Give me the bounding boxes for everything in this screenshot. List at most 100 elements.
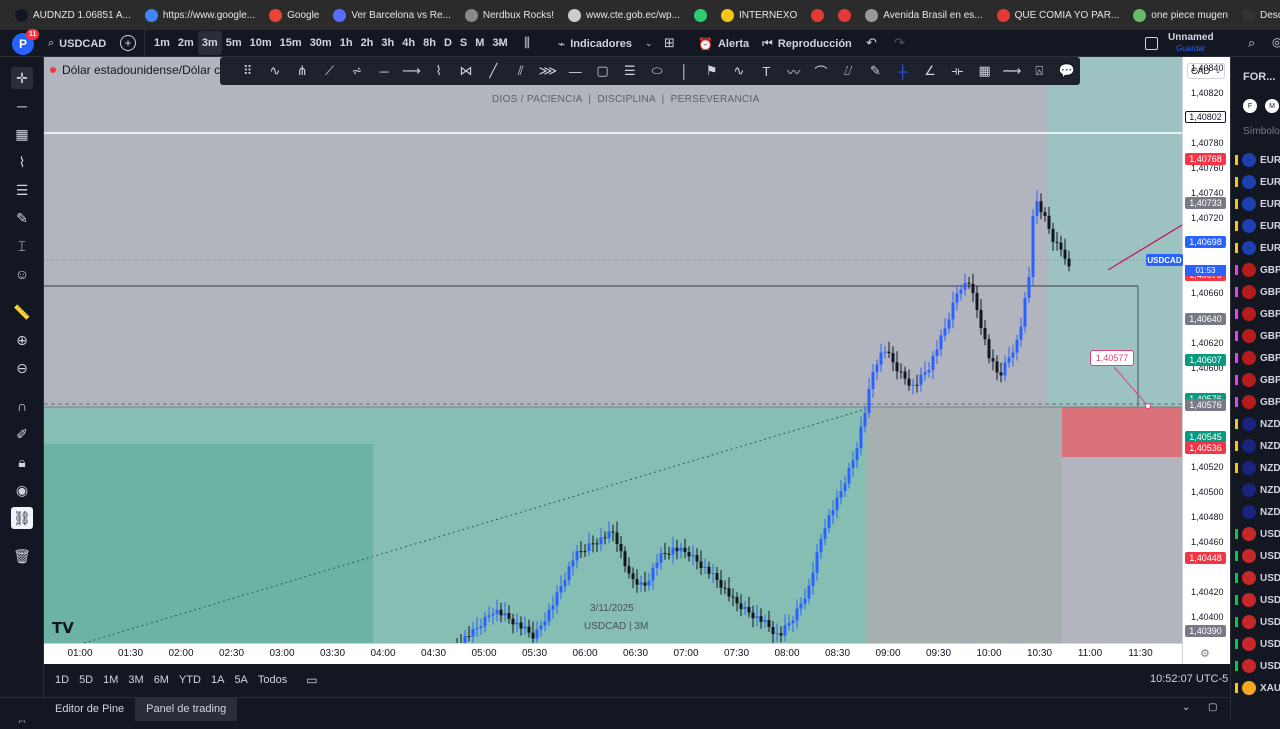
brush-icon[interactable]: ✎ — [11, 207, 33, 229]
horizontal-ray-icon[interactable]: — — [562, 59, 589, 83]
symbol-search[interactable]: ⌕ USDCAD — [48, 30, 106, 57]
trash-icon[interactable]: 🗑︎ — [11, 545, 33, 567]
range-todos[interactable]: Todos — [253, 674, 292, 686]
drag-handle-icon[interactable]: ⠿ — [234, 59, 261, 83]
interval-10m[interactable]: 10m — [246, 31, 276, 55]
pitchfork-icon[interactable]: ⋔ — [289, 59, 316, 83]
chart-pane[interactable]: Dólar estadounidense/Dólar c DIOS / PACI… — [44, 57, 1182, 643]
text-tool-icon[interactable]: T — [753, 59, 780, 83]
watchlist-row[interactable]: NZD — [1231, 435, 1280, 457]
lock-icon[interactable]: 🔒︎ — [11, 451, 33, 473]
price-range-icon[interactable]: ⍓ — [1026, 59, 1053, 83]
watchlist-row[interactable]: USD — [1231, 545, 1280, 567]
grid-icon[interactable]: ▦ — [971, 59, 998, 83]
ray-icon[interactable]: ⟶ — [398, 59, 425, 83]
quick-search-icon[interactable]: ⌕ — [1248, 35, 1255, 51]
range-1a[interactable]: 1A — [206, 674, 229, 686]
ellipse-icon[interactable]: ⬭ — [643, 59, 670, 83]
watchlist-row[interactable]: GBP — [1231, 347, 1280, 369]
date-range-icon[interactable]: ⟛ — [944, 59, 971, 83]
bookmark-item[interactable] — [831, 0, 858, 30]
pattern-icon[interactable]: ⌇ — [11, 151, 33, 173]
range-1m[interactable]: 1M — [98, 674, 123, 686]
ruler-icon[interactable]: 📏 — [11, 301, 33, 323]
arc-icon[interactable]: ⌒ — [807, 59, 834, 83]
rectangle-icon[interactable]: ▢ — [589, 59, 616, 83]
fib-channel-icon[interactable]: ☰ — [616, 59, 643, 83]
interval-3m[interactable]: 3m — [197, 31, 222, 55]
horizontal-line-icon[interactable]: ─ — [370, 59, 397, 83]
regression-icon[interactable]: ⫽ — [507, 59, 534, 83]
interval-3h[interactable]: 3h — [377, 31, 398, 55]
watchlist-row[interactable]: GBP — [1231, 325, 1280, 347]
watchlist-row[interactable]: GBP — [1231, 391, 1280, 413]
highlighter-icon[interactable]: ✎ — [862, 59, 889, 83]
flag-button[interactable]: F — [1243, 99, 1257, 113]
watchlist-row[interactable]: EUR — [1231, 215, 1280, 237]
range-5d[interactable]: 5D — [74, 674, 98, 686]
vertical-line-icon[interactable]: │ — [671, 59, 698, 83]
trading-panel-tab[interactable]: Panel de trading — [135, 697, 238, 721]
time-scale[interactable]: 01:00 01:30 02:00 02:30 03:00 03:30 04:00 04:30… — [44, 643, 1210, 664]
interval-dropdown-icon[interactable]: ⌄ — [496, 37, 504, 48]
line-icon[interactable]: ╱ — [480, 59, 507, 83]
watchlist-row[interactable]: NZD — [1231, 457, 1280, 479]
eye-icon[interactable]: ◉ — [11, 479, 33, 501]
range-5a[interactable]: 5A — [229, 674, 252, 686]
interval-15m[interactable]: 15m — [276, 31, 306, 55]
account-avatar[interactable]: P 11 — [12, 29, 40, 55]
interval-5m[interactable]: 5m — [222, 31, 246, 55]
watchlist-row[interactable]: GBP — [1231, 303, 1280, 325]
compare-add-icon[interactable]: + — [120, 35, 136, 51]
zoom-out-icon[interactable]: ⊖ — [11, 357, 33, 379]
zigzag-icon[interactable]: ⌇ — [425, 59, 452, 83]
annotation-anchor[interactable] — [1145, 403, 1151, 409]
fib-icon[interactable]: ⋙ — [534, 59, 561, 83]
bookmark-item[interactable]: Descargar Musica d... — [1235, 0, 1280, 30]
watchlist-row[interactable]: EUR — [1231, 193, 1280, 215]
price-scale[interactable]: CAD ⌄ 1,40840 1,40820 1,40780 1,40760 1,4074… — [1146, 57, 1230, 664]
watchlist-row[interactable]: GBP — [1231, 259, 1280, 281]
trend-line-icon[interactable]: ─ — [11, 95, 33, 117]
chart-settings-icon[interactable]: ⚙ — [1200, 647, 1210, 660]
watchlist-row[interactable]: NZD — [1231, 413, 1280, 435]
layout-checkbox[interactable] — [1145, 37, 1158, 50]
watchlist-row[interactable]: USD — [1231, 523, 1280, 545]
interval-M[interactable]: M — [471, 31, 488, 55]
watchlist-row[interactable]: EUR — [1231, 237, 1280, 259]
range-3m[interactable]: 3M — [123, 674, 148, 686]
bookmark-item[interactable] — [687, 0, 714, 30]
bookmark-item[interactable] — [804, 0, 831, 30]
range-6m[interactable]: 6M — [149, 674, 174, 686]
crosshair-icon[interactable]: ✛ — [11, 67, 33, 89]
interval-4h[interactable]: 4h — [398, 31, 419, 55]
text-icon[interactable]: ⌶ — [11, 235, 33, 257]
watchlist-row[interactable]: USD — [1231, 633, 1280, 655]
clock-display[interactable]: 10:52:07 UTC-5 — [1150, 673, 1228, 685]
watchlist-row[interactable]: USD — [1231, 589, 1280, 611]
bookmark-item[interactable]: INTERNEXO — [714, 0, 804, 30]
bookmark-item[interactable]: https://www.google... — [138, 0, 262, 30]
pine-editor-tab[interactable]: Editor de Pine — [44, 698, 135, 721]
watchlist-row[interactable]: EUR — [1231, 149, 1280, 171]
bookmark-item[interactable]: Ver Barcelona vs Re... — [326, 0, 458, 30]
bookmark-item[interactable]: one piece mugen — [1126, 0, 1235, 30]
chart-legend[interactable]: Dólar estadounidense/Dólar c — [50, 63, 220, 77]
layouts-grid-icon[interactable]: ⊞ — [664, 35, 675, 51]
bookmark-item[interactable]: Avenida Brasil en es... — [858, 0, 989, 30]
camera-icon[interactable]: ◎ — [1272, 35, 1280, 49]
interval-S[interactable]: S — [456, 31, 471, 55]
brush-tool-icon[interactable]: ⌰ — [835, 59, 862, 83]
cross-line-icon[interactable]: ┼ — [889, 59, 916, 83]
magnet-icon[interactable]: ∩ — [11, 395, 33, 417]
alert-button[interactable]: ⏰ Alerta — [698, 30, 749, 57]
watchlist-row[interactable]: USD — [1231, 611, 1280, 633]
stop-zone[interactable] — [1048, 407, 1182, 457]
parallel-channel-icon[interactable]: ⩫ — [343, 59, 370, 83]
measure-icon[interactable]: ⟿ — [998, 59, 1025, 83]
zoom-in-icon[interactable]: ⊕ — [11, 329, 33, 351]
interval-2m[interactable]: 2m — [174, 31, 198, 55]
watchlist-row[interactable]: NZD — [1231, 479, 1280, 501]
bookmark-item[interactable]: www.cte.gob.ec/wp... — [561, 0, 687, 30]
interval-D[interactable]: D — [440, 31, 456, 55]
